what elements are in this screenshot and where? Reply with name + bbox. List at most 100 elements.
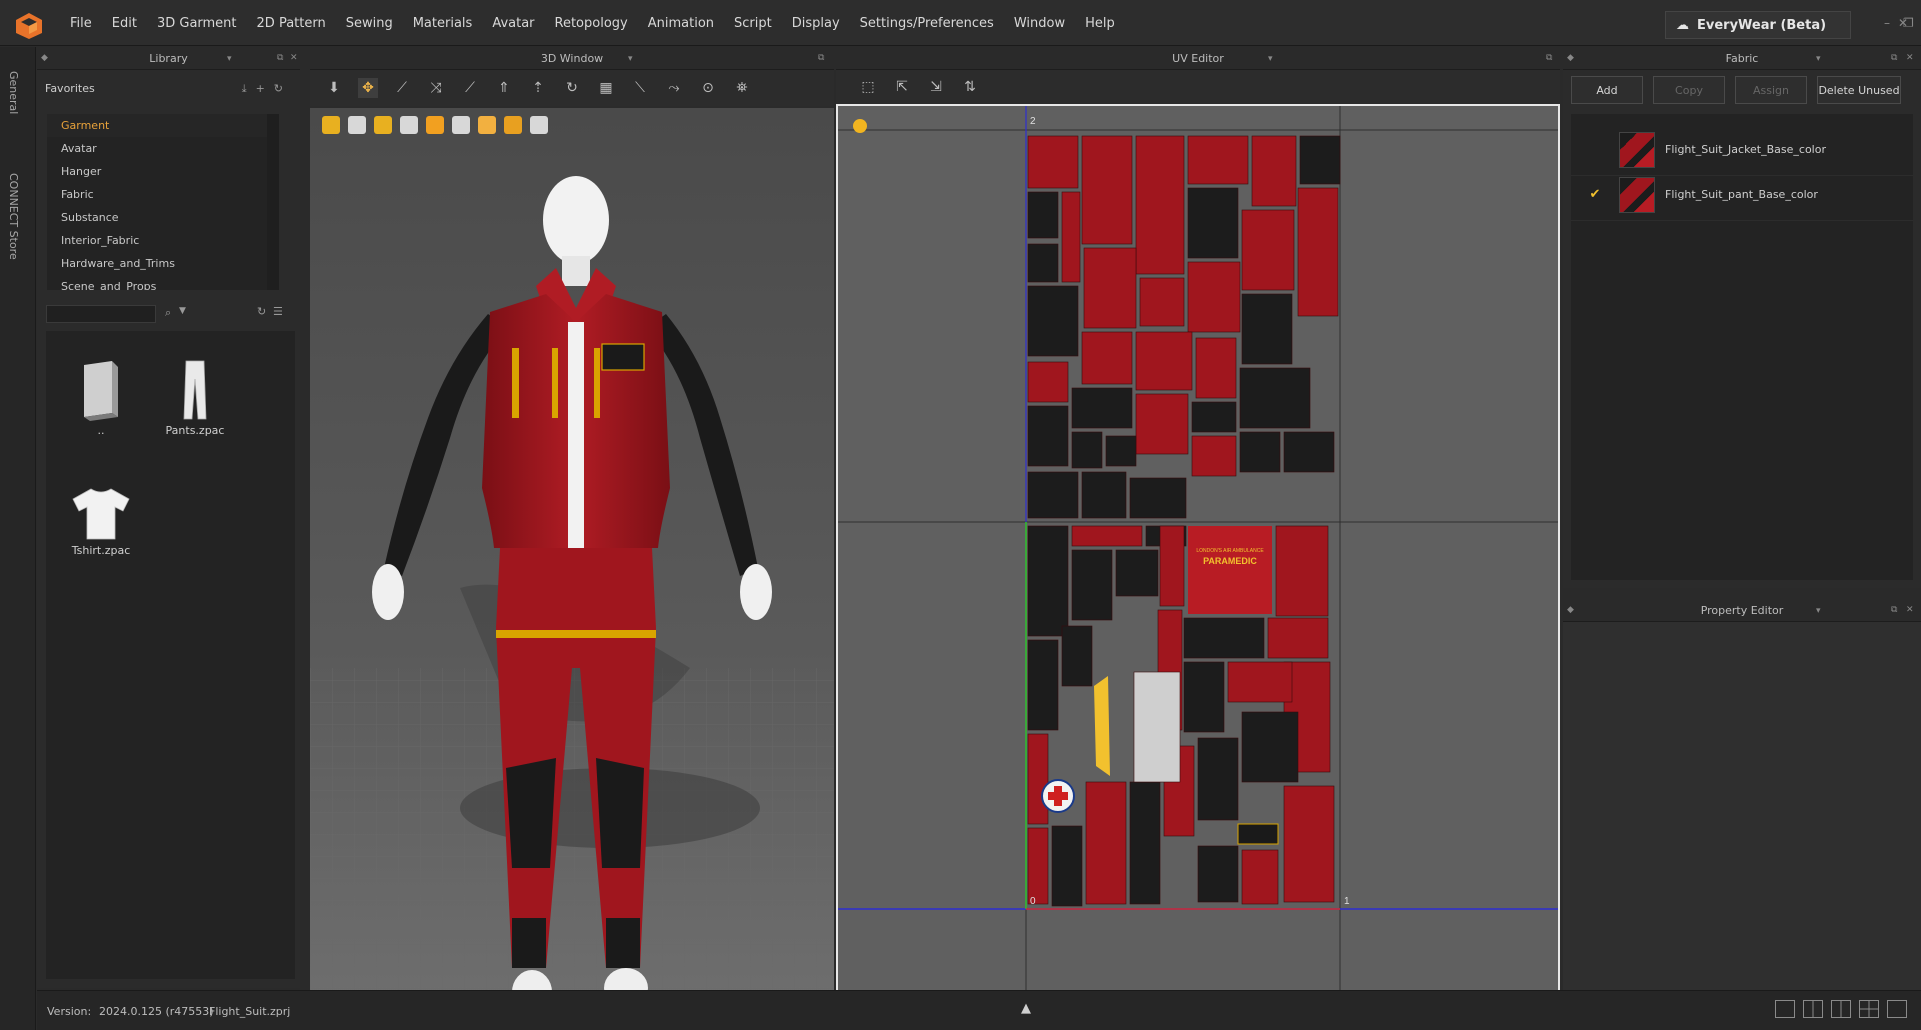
- uv-back-panel: [1188, 526, 1272, 614]
- uv-pattern-piece: [1083, 247, 1137, 329]
- layout-three-icon[interactable]: [1831, 1000, 1851, 1018]
- float-icon[interactable]: ⧉: [277, 53, 283, 63]
- dropdown-arrow-icon[interactable]: ▾: [1268, 54, 1273, 64]
- texture-icon[interactable]: [426, 116, 444, 134]
- pin-icon[interactable]: ◆: [41, 53, 48, 63]
- dropdown-arrow-icon[interactable]: ▾: [628, 54, 633, 64]
- layout-single-icon[interactable]: [1775, 1000, 1795, 1018]
- menu-display[interactable]: Display: [782, 16, 850, 31]
- favorite-item-scene-and-props[interactable]: Scene_and_Props: [47, 275, 271, 290]
- menu-retopology[interactable]: Retopology: [545, 16, 638, 31]
- close-icon[interactable]: ✕: [1906, 53, 1914, 63]
- globe-icon[interactable]: [504, 116, 522, 134]
- favorite-item-fabric[interactable]: Fabric: [47, 183, 271, 206]
- favorite-item-avatar[interactable]: Avatar: [47, 137, 271, 160]
- grid-icon[interactable]: ▦: [596, 78, 616, 98]
- brand-box[interactable]: ☁ EveryWear (Beta): [1665, 11, 1851, 39]
- menu-2d-pattern[interactable]: 2D Pattern: [247, 16, 336, 31]
- favorite-item-hardware-and-trims[interactable]: Hardware_and_Trims: [47, 252, 271, 275]
- layout-custom-icon[interactable]: [1887, 1000, 1907, 1018]
- menu-settings-preferences[interactable]: Settings/Preferences: [850, 16, 1004, 31]
- layout-quad-icon[interactable]: [1859, 1000, 1879, 1018]
- file-item-pants[interactable]: Pants.zpac: [150, 359, 240, 437]
- avatar-view-icon[interactable]: [322, 116, 340, 134]
- menu-avatar[interactable]: Avatar: [482, 16, 544, 31]
- menu-3d-garment[interactable]: 3D Garment: [147, 16, 247, 31]
- uv-pattern-piece: [1135, 393, 1189, 455]
- float-icon[interactable]: ⧉: [1891, 605, 1897, 615]
- close-icon[interactable]: ✕: [1906, 605, 1914, 615]
- menu-help[interactable]: Help: [1075, 16, 1125, 31]
- tab-general[interactable]: General: [7, 71, 20, 114]
- menu-sewing[interactable]: Sewing: [336, 16, 403, 31]
- assign-fabric-button[interactable]: Assign: [1735, 76, 1807, 104]
- export-icon[interactable]: [530, 116, 548, 134]
- fabric-item[interactable]: ✔ Flight_Suit_pant_Base_color: [1571, 169, 1913, 221]
- uv-select-icon[interactable]: ⬚: [858, 77, 878, 97]
- pin-icon[interactable]: ↻: [562, 78, 582, 98]
- garment-view-icon[interactable]: [348, 116, 366, 134]
- transform-pin-icon[interactable]: ✥: [358, 78, 378, 98]
- brush-icon[interactable]: ⟍: [630, 78, 650, 98]
- fabric-view-icon[interactable]: [374, 116, 392, 134]
- add-fabric-button[interactable]: Add: [1571, 76, 1643, 104]
- refresh-icon[interactable]: ↻: [274, 82, 283, 96]
- pin-icon[interactable]: ◆: [1567, 605, 1574, 615]
- app-logo-icon[interactable]: [14, 12, 44, 40]
- uv-move-icon[interactable]: ⇱: [892, 77, 912, 97]
- dropdown-arrow-icon[interactable]: ▾: [1816, 54, 1821, 64]
- copy-fabric-button[interactable]: Copy: [1653, 76, 1725, 104]
- measure-icon[interactable]: ⟋: [460, 78, 480, 98]
- 3d-viewport[interactable]: [310, 108, 834, 1030]
- float-icon[interactable]: ⧉: [1546, 53, 1552, 63]
- sew-icon[interactable]: ⇑: [494, 78, 514, 98]
- uv-arrange-icon[interactable]: ⇲: [926, 77, 946, 97]
- favorite-item-hanger[interactable]: Hanger: [47, 160, 271, 183]
- uv-viewport[interactable]: LONDON'S AIR AMBULANCE PARAMEDIC 2 0 1: [836, 104, 1560, 1030]
- trim-icon[interactable]: ⛯: [732, 78, 752, 98]
- dropdown-arrow-icon[interactable]: ▾: [227, 54, 232, 64]
- file-label: Tshirt.zpac: [71, 544, 131, 557]
- favorite-item-substance[interactable]: Substance: [47, 206, 271, 229]
- favorite-item-interior-fabric[interactable]: Interior_Fabric: [47, 229, 271, 252]
- tack-icon[interactable]: ⇡: [528, 78, 548, 98]
- menu-window[interactable]: Window: [1004, 16, 1075, 31]
- delete-unused-button[interactable]: Delete Unused: [1817, 76, 1901, 104]
- search-dropdown-icon[interactable]: ▼: [179, 306, 186, 316]
- layout-split-icon[interactable]: [1803, 1000, 1823, 1018]
- expand-up-icon[interactable]: ▲: [1021, 1001, 1031, 1016]
- add-icon[interactable]: +: [256, 82, 265, 96]
- steam-icon[interactable]: ⤳: [664, 78, 684, 98]
- uv-pack-icon[interactable]: ⇅: [960, 77, 980, 97]
- tab-connect-store[interactable]: CONNECT Store: [7, 173, 20, 260]
- refresh-files-icon[interactable]: ↻: [257, 305, 266, 318]
- favorite-item-garment[interactable]: Garment: [47, 114, 271, 137]
- download-icon[interactable]: ⤓: [242, 82, 247, 96]
- dropdown-arrow-icon[interactable]: ▾: [1816, 606, 1821, 616]
- thickness-icon[interactable]: [452, 116, 470, 134]
- minimize-icon[interactable]: –: [1884, 16, 1890, 30]
- menu-script[interactable]: Script: [724, 16, 782, 31]
- menu-edit[interactable]: Edit: [102, 16, 147, 31]
- avatar-skin-icon[interactable]: [400, 116, 418, 134]
- pin-icon[interactable]: ◆: [1567, 53, 1574, 63]
- uv-light-icon[interactable]: [853, 119, 867, 133]
- menu-materials[interactable]: Materials: [403, 16, 483, 31]
- menu-file[interactable]: File: [60, 16, 102, 31]
- search-icon[interactable]: ⌕: [165, 306, 171, 320]
- light-icon[interactable]: [478, 116, 496, 134]
- float-icon[interactable]: ⧉: [1891, 53, 1897, 63]
- favorites-scrollbar[interactable]: [267, 114, 279, 290]
- close-window-icon[interactable]: ✕: [1898, 16, 1908, 30]
- menu-animation[interactable]: Animation: [638, 16, 724, 31]
- file-item-tshirt[interactable]: Tshirt.zpac: [56, 485, 146, 557]
- pointer-down-icon[interactable]: ⬇: [324, 78, 344, 98]
- file-item-parent[interactable]: ..: [56, 359, 146, 437]
- fold-icon[interactable]: ⤨: [426, 78, 446, 98]
- float-icon[interactable]: ⧉: [818, 53, 824, 63]
- close-icon[interactable]: ✕: [290, 53, 298, 63]
- stitch-icon[interactable]: ⊙: [698, 78, 718, 98]
- list-view-icon[interactable]: ☰: [273, 305, 283, 318]
- library-search-input[interactable]: [46, 305, 156, 323]
- select-icon[interactable]: ⟋: [392, 78, 412, 98]
